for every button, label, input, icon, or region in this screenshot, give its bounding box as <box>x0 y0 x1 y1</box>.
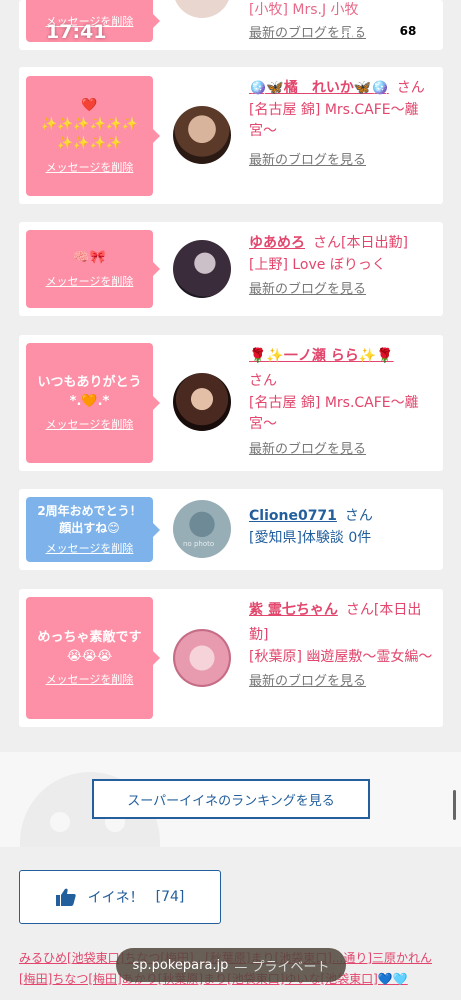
message-text: いつもありがとう *.🧡.* <box>37 374 142 409</box>
delete-message-link[interactable]: メッセージを削除 <box>46 273 134 289</box>
latest-blog-link[interactable]: 最新のブログを見る <box>249 24 433 44</box>
latest-blog-link[interactable]: 最新のブログを見る <box>249 672 433 692</box>
delete-message-link[interactable]: メッセージを削除 <box>46 159 134 175</box>
shop-name[interactable]: [名古屋 錦] Mrs.CAFE〜離宮〜 <box>249 100 433 143</box>
shop-name[interactable]: [小牧] Mrs.J 小牧 <box>249 0 433 22</box>
message-text: 2周年おめでとう！顔出すね😊 <box>37 504 142 535</box>
message-bubble: めっちゃ素敵です😭😭😭 メッセージを削除 <box>26 597 160 719</box>
scrollbar[interactable] <box>453 790 456 820</box>
shop-name[interactable]: [愛知県]体験談 0件 <box>249 528 433 550</box>
shop-name[interactable]: [上野] Love ぼりっく <box>249 255 433 277</box>
shop-name[interactable]: [秋葉原] 幽遊屋敷〜霊女編〜 <box>249 647 433 669</box>
iine-count: [74] <box>155 889 185 905</box>
message-card-partial: メッセージを削除 [小牧] Mrs.J 小牧 最新のブログを見る <box>19 0 443 50</box>
user-name-link[interactable]: ゆあめろ <box>249 235 305 251</box>
avatar[interactable] <box>173 629 231 687</box>
honorific: さん <box>396 80 425 96</box>
thumbs-up-icon <box>55 888 76 906</box>
avatar[interactable] <box>173 373 231 431</box>
user-name-link[interactable]: 紫 霊七ちゃん <box>249 602 338 618</box>
private-mode-label: — プライベート <box>234 959 330 975</box>
shop-name[interactable]: [名古屋 錦] Mrs.CAFE〜離宮〜 <box>249 393 433 436</box>
ranking-section: スーパーイイネのランキングを見る <box>0 752 461 847</box>
message-bubble: いつもありがとう *.🧡.* メッセージを削除 <box>26 343 160 463</box>
message-card: めっちゃ素敵です😭😭😭 メッセージを削除 紫 霊七ちゃん さん[本日出勤] [秋葉… <box>19 589 443 727</box>
no-photo-label: no photo <box>183 540 215 548</box>
avatar[interactable] <box>173 240 231 298</box>
message-bubble: メッセージを削除 <box>26 0 160 42</box>
message-card: 🧠🎀 メッセージを削除 ゆあめろ さん[本日出勤] [上野] Love ぼりっく … <box>19 222 443 316</box>
message-card: ❤️ ✨✨✨✨✨✨ ✨✨✨✨ メッセージを削除 🪩🦋橘 れいか🦋🪩 さん [名古屋… <box>19 67 443 204</box>
avatar[interactable]: no photo <box>173 500 231 558</box>
message-text: 🧠🎀 <box>73 250 106 266</box>
user-name-link[interactable]: 🌹✨一ノ瀬 らら✨🌹 <box>249 348 394 364</box>
delete-message-link[interactable]: メッセージを削除 <box>46 540 134 556</box>
message-bubble: ❤️ ✨✨✨✨✨✨ ✨✨✨✨ メッセージを削除 <box>26 76 160 196</box>
iine-button[interactable]: イイネ！ [74] <box>19 870 221 924</box>
message-bubble: 2周年おめでとう！顔出すね😊 メッセージを削除 <box>26 497 160 562</box>
message-card: いつもありがとう *.🧡.* メッセージを削除 🌹✨一ノ瀬 らら✨🌹 さん [名… <box>19 335 443 471</box>
latest-blog-link[interactable]: 最新のブログを見る <box>249 280 433 300</box>
super-iine-ranking-button[interactable]: スーパーイイネのランキングを見る <box>92 779 370 819</box>
avatar[interactable] <box>173 0 231 18</box>
delete-message-link[interactable]: メッセージを削除 <box>46 671 134 687</box>
latest-blog-link[interactable]: 最新のブログを見る <box>249 151 433 171</box>
delete-message-link[interactable]: メッセージを削除 <box>46 13 134 29</box>
browser-url-bar[interactable]: sp.pokepara.jp — プライベート <box>116 948 346 982</box>
delete-message-link[interactable]: メッセージを削除 <box>46 416 134 432</box>
message-text: ❤️ ✨✨✨✨✨✨ ✨✨✨✨ <box>40 98 139 151</box>
url-domain: sp.pokepara.jp <box>132 957 229 973</box>
latest-blog-link[interactable]: 最新のブログを見る <box>249 440 433 460</box>
avatar[interactable] <box>173 106 231 164</box>
honorific: さん <box>249 372 277 389</box>
message-text: めっちゃ素敵です😭😭😭 <box>37 629 142 664</box>
user-name-link[interactable]: Clione0771 <box>249 508 337 524</box>
iine-label: イイネ！ <box>87 890 144 906</box>
user-name-link[interactable]: 🪩🦋橘 れいか🦋🪩 <box>249 80 389 96</box>
honorific: さん <box>344 508 373 524</box>
honorific: さん[本日出勤] <box>313 235 408 251</box>
message-card: 2周年おめでとう！顔出すね😊 メッセージを削除 no photo Clione0… <box>19 489 443 570</box>
message-bubble: 🧠🎀 メッセージを削除 <box>26 230 160 308</box>
